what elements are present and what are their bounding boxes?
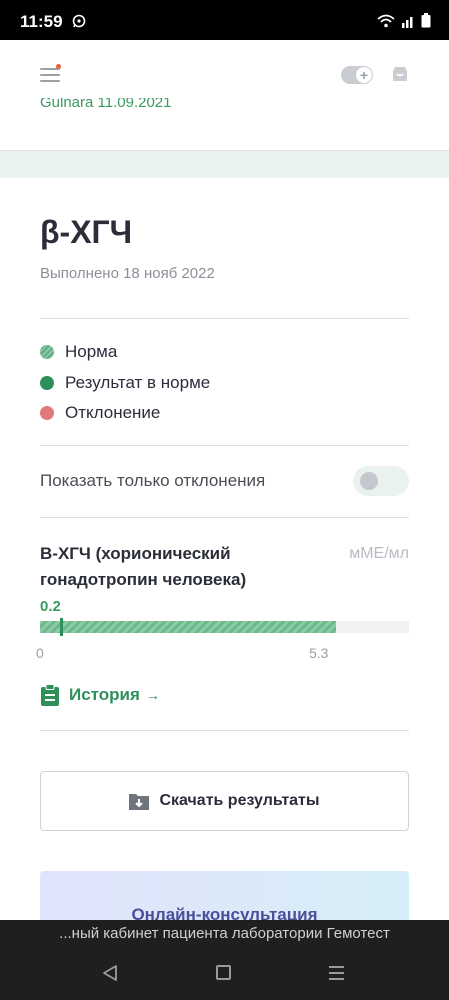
analyte-unit: мМЕ/мл — [349, 545, 409, 562]
norm-dot-icon — [40, 345, 54, 359]
download-results-label: Скачать результаты — [159, 792, 320, 809]
status-icons — [377, 13, 431, 33]
whatsapp-icon — [72, 14, 86, 33]
legend-in-norm-label: Результат в норме — [65, 373, 211, 392]
battery-icon — [421, 13, 431, 33]
home-icon[interactable] — [216, 965, 231, 980]
system-nav-bar — [0, 950, 449, 1000]
arrow-right-icon: → — [145, 687, 160, 703]
recents-icon[interactable] — [329, 966, 344, 984]
result-value: 0.2 — [40, 598, 61, 615]
legend-norm: Норма — [40, 342, 117, 362]
in-norm-dot-icon — [40, 376, 54, 390]
page-title: β-ХГЧ — [40, 214, 133, 250]
range-min-label: 0 — [36, 645, 44, 661]
truncated-patient-link[interactable]: Gulnara 11.09.2021 — [40, 98, 172, 110]
app-caption: ...ный кабинет пациента лаборатории Гемо… — [0, 920, 449, 950]
divider — [40, 445, 409, 446]
history-link[interactable]: История → — [40, 684, 160, 706]
legend-in-norm: Результат в норме — [40, 373, 210, 393]
legend-norm-label: Норма — [65, 342, 118, 361]
result-marker — [60, 618, 64, 636]
back-icon[interactable] — [102, 964, 118, 987]
analyte-name: В-ХГЧ (хорионический гонадотропин челове… — [40, 544, 247, 589]
legend-deviation-label: Отклонение — [65, 403, 161, 422]
deviation-dot-icon — [40, 406, 54, 420]
download-results-button[interactable]: Скачать результаты — [40, 771, 409, 831]
folder-download-icon — [129, 794, 150, 810]
range-max-label: 5.3 — [309, 645, 329, 661]
notification-dot — [56, 64, 61, 69]
deviations-filter-label: Показать только отклонения — [40, 471, 266, 490]
deviations-toggle[interactable] — [353, 466, 409, 496]
wifi-icon — [377, 14, 395, 33]
status-bar: 11:59 — [0, 0, 449, 40]
divider — [40, 318, 409, 319]
result-scale — [40, 618, 409, 636]
menu-icon[interactable] — [40, 64, 62, 84]
clipboard-icon — [41, 684, 59, 706]
signal-icon — [401, 14, 415, 33]
divider — [40, 730, 409, 731]
add-toggle-icon[interactable]: + — [341, 66, 373, 84]
cart-icon[interactable] — [391, 65, 409, 88]
completed-date: Выполнено 18 нояб 2022 — [40, 265, 215, 282]
section-band — [0, 151, 449, 178]
reference-range-bar — [40, 621, 337, 633]
toggle-knob — [360, 472, 378, 490]
legend-deviation: Отклонение — [40, 403, 160, 423]
status-time: 11:59 — [20, 12, 63, 31]
history-label: История — [69, 685, 140, 704]
divider — [40, 517, 409, 518]
